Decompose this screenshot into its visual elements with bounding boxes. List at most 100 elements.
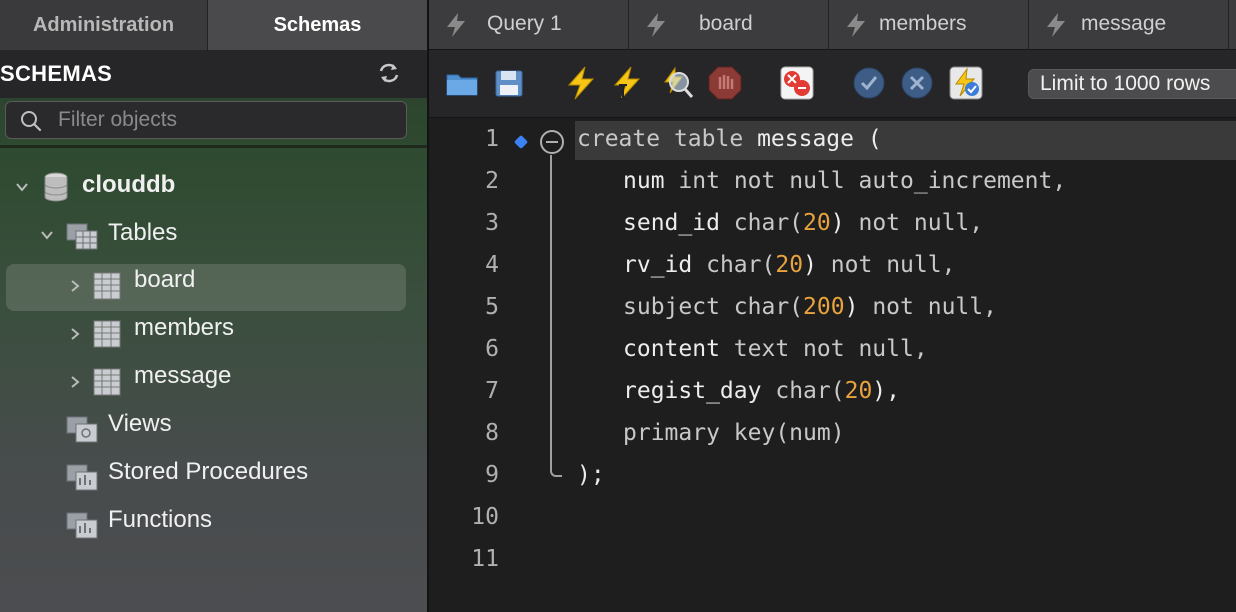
chevron-right-icon[interactable] [68, 375, 82, 389]
functions-label: Functions [108, 506, 213, 533]
code-line: regist_day char(20), [623, 378, 900, 404]
table-icon [93, 368, 121, 396]
schemas-title: SCHEMAS [0, 61, 113, 86]
code-line: subject char(200) not null, [623, 294, 997, 320]
views-label: Views [108, 410, 172, 437]
lightning-icon [447, 13, 465, 37]
code-token: char( [775, 378, 845, 404]
code-token: null, [913, 210, 984, 236]
tables-label: Tables [108, 219, 178, 246]
fold-guide [550, 155, 562, 477]
lightning-icon [647, 13, 665, 37]
tree-item-table[interactable]: message [0, 355, 427, 401]
code-token: create [577, 126, 661, 152]
code-token: table [673, 126, 744, 152]
table-icon [93, 272, 121, 300]
tab-message[interactable]: message [1029, 0, 1229, 50]
chevron-right-icon[interactable] [68, 327, 82, 341]
tree-item-table[interactable]: members [0, 307, 427, 353]
code-token: char( [733, 210, 804, 236]
tab-label: Query 1 [487, 12, 562, 35]
schemas-header: SCHEMAS [0, 50, 427, 98]
refresh-icon[interactable] [376, 61, 402, 85]
table-name: board [134, 266, 196, 293]
tab-label: message [1081, 12, 1167, 35]
save-icon[interactable] [491, 65, 527, 101]
code-token: ), [872, 378, 900, 404]
code-token: auto_increment, [858, 168, 1067, 194]
stop-icon[interactable] [707, 65, 743, 101]
line-number: 3 [485, 210, 499, 236]
code-line: ); [577, 462, 605, 488]
procedures-folder-icon [66, 464, 98, 491]
views-folder-icon [66, 416, 98, 443]
filter-objects-input[interactable] [58, 107, 398, 133]
navigator-panel: Administration Schemas SCHEMAS clouddb [0, 0, 427, 612]
tab-members[interactable]: members [829, 0, 1029, 50]
line-number: 6 [485, 336, 499, 362]
chevron-right-icon[interactable] [68, 279, 82, 293]
lightning-icon [1047, 13, 1065, 37]
chevron-down-icon[interactable] [15, 180, 29, 194]
line-number: 1 [485, 126, 499, 152]
code-token: subject [623, 294, 720, 320]
functions-folder-icon [66, 512, 98, 539]
open-folder-icon[interactable] [445, 65, 481, 101]
code-token: null, [858, 336, 928, 362]
execute-lightning-icon[interactable] [563, 65, 599, 101]
database-icon [44, 172, 68, 202]
rollback-x-icon[interactable] [899, 65, 935, 101]
commit-check-icon[interactable] [851, 65, 887, 101]
table-icon [93, 320, 121, 348]
code-token: not [733, 168, 776, 194]
code-line: send_id char(20) not null, [623, 210, 983, 236]
code-line: num int not null auto_increment, [623, 168, 1066, 194]
query-tabs: Query 1 board members message [429, 0, 1236, 50]
limit-rows-select[interactable]: Limit to 1000 rows [1028, 69, 1236, 99]
tab-label: board [699, 12, 753, 35]
tree-item-views[interactable]: Views [0, 403, 427, 449]
tree-item-stored-procedures[interactable]: Stored Procedures [0, 451, 427, 497]
chevron-down-icon[interactable] [40, 228, 54, 242]
code-number: 20 [775, 252, 804, 278]
tab-administration[interactable]: Administration [0, 0, 207, 50]
sql-toolbar: Limit to 1000 rows [429, 50, 1236, 118]
statement-marker-icon [513, 134, 529, 150]
code-token: rv_id [623, 252, 693, 278]
fold-collapse-icon[interactable] [539, 129, 565, 155]
lightning-icon [847, 13, 865, 37]
tables-folder-icon [66, 223, 98, 250]
execute-statement-icon[interactable] [609, 65, 645, 101]
sql-editor[interactable]: 1 2 3 4 5 6 7 8 9 10 11 create table mes… [429, 119, 1236, 612]
tree-item-functions[interactable]: Functions [0, 499, 427, 545]
code-token: message ( [757, 126, 882, 152]
code-line: primary key(num) [623, 420, 845, 446]
navigator-tabs: Administration Schemas [0, 0, 427, 50]
tree-item-clouddb[interactable]: clouddb [0, 163, 427, 209]
code-token: ) [830, 210, 845, 236]
code-token: send_id [623, 210, 720, 236]
explain-icon[interactable] [659, 65, 695, 101]
code-number: 20 [844, 378, 873, 404]
table-name: message [134, 362, 232, 389]
code-number: 20 [803, 210, 831, 236]
stored-procedures-label: Stored Procedures [108, 458, 309, 485]
code-token: null [789, 168, 845, 194]
tab-schemas[interactable]: Schemas [207, 0, 427, 50]
code-token: null, [886, 252, 956, 278]
code-token: content [623, 336, 720, 362]
autocommit-icon[interactable] [948, 65, 984, 101]
tab-query-1[interactable]: Query 1 [429, 0, 629, 50]
tab-board[interactable]: board [629, 0, 829, 50]
line-number: 10 [471, 504, 499, 530]
tree-item-tables[interactable]: Tables [0, 211, 427, 257]
code-token: ) [803, 252, 817, 278]
tree-item-table[interactable]: board [0, 259, 427, 305]
line-number: 8 [485, 420, 499, 446]
code-token: text [733, 336, 790, 362]
toggle-error-icon[interactable] [779, 65, 815, 101]
line-number: 7 [485, 378, 499, 404]
code-token: null, [927, 294, 997, 320]
line-number: 2 [485, 168, 499, 194]
code-line: rv_id char(20) not null, [623, 252, 955, 278]
